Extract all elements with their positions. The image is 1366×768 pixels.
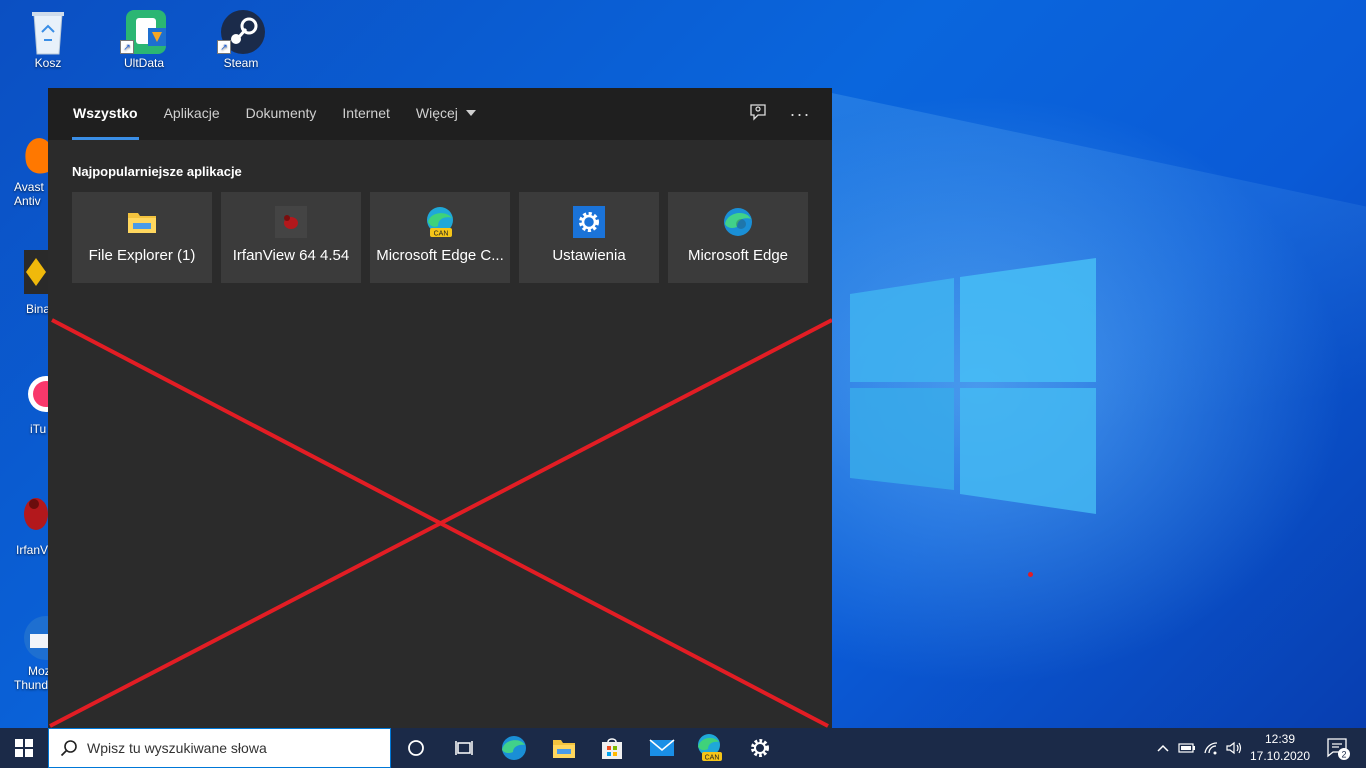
search-input[interactable]: [87, 729, 377, 767]
desktop-icon-irfanview[interactable]: [22, 492, 48, 540]
app-tile-edge-canary[interactable]: CAN Microsoft Edge C...: [370, 192, 510, 283]
desktop-icon-steam[interactable]: ↗ Steam: [201, 8, 281, 70]
mail-icon: [649, 739, 675, 756]
top-apps-list: File Explorer (1) IrfanView 64 4.54 CAN …: [72, 192, 808, 283]
app-tile-label: Ustawienia: [552, 247, 626, 264]
battery-status[interactable]: [1176, 728, 1198, 768]
notification-count-badge: 2: [1341, 750, 1346, 760]
windows-start-icon: [15, 739, 33, 757]
action-center-button[interactable]: 2: [1318, 728, 1358, 768]
steam-icon: ↗: [217, 8, 265, 54]
taskbar-settings[interactable]: [736, 728, 784, 768]
app-tile-label: File Explorer (1): [88, 247, 196, 264]
chevron-up-icon: [1157, 744, 1169, 752]
speaker-icon: [1226, 741, 1242, 755]
app-tile-irfanview[interactable]: IrfanView 64 4.54: [221, 192, 361, 283]
feedback-button[interactable]: [746, 102, 770, 126]
tab-web[interactable]: Internet: [329, 88, 402, 140]
taskbar-mail[interactable]: [638, 728, 686, 768]
thunderbird-icon: [24, 616, 68, 660]
task-view-button[interactable]: [440, 728, 488, 768]
shortcut-arrow-icon: ↗: [120, 40, 134, 54]
search-panel-header: Wszystko Aplikacje Dokumenty Internet Wi…: [48, 88, 832, 140]
windows-logo-wallpaper: [850, 258, 1096, 514]
taskbar-edge[interactable]: [490, 728, 538, 768]
taskbar: CAN 12:39 17.10.2020: [0, 728, 1366, 768]
show-hidden-icons-button[interactable]: [1152, 728, 1174, 768]
taskbar-clock[interactable]: 12:39 17.10.2020: [1248, 731, 1312, 765]
ellipsis-icon: ···: [789, 104, 811, 124]
edge-icon: [502, 736, 526, 760]
desktop-icon-label: UltData: [123, 56, 164, 70]
taskbar-edge-canary[interactable]: CAN: [686, 728, 734, 768]
edge-canary-icon: CAN: [427, 207, 453, 238]
cortana-button[interactable]: [392, 728, 440, 768]
volume-control[interactable]: [1224, 728, 1246, 768]
edge-icon: [724, 208, 752, 236]
tab-apps[interactable]: Aplikacje: [151, 88, 233, 140]
gear-icon: [751, 739, 769, 757]
itunes-icon: [28, 376, 64, 412]
folder-icon: [128, 213, 156, 233]
edge-canary-badge: CAN: [434, 231, 449, 238]
folder-icon: [553, 740, 575, 758]
binance-icon: [26, 258, 46, 286]
chevron-down-icon: [465, 110, 476, 116]
irfanview-icon: [275, 206, 307, 238]
app-tile-label: Microsoft Edge C...: [376, 247, 504, 264]
taskbar-store[interactable]: [588, 728, 636, 768]
search-icon: [60, 740, 77, 757]
tab-documents[interactable]: Dokumenty: [233, 88, 330, 140]
search-tabs: Wszystko Aplikacje Dokumenty Internet Wi…: [60, 88, 489, 140]
section-title-top-apps: Najpopularniejsze aplikacje: [72, 164, 242, 179]
tab-all[interactable]: Wszystko: [60, 88, 151, 140]
app-tile-label: Microsoft Edge: [687, 247, 789, 264]
app-tile-label: IrfanView 64 4.54: [232, 247, 350, 264]
task-view-icon: [455, 741, 473, 755]
search-panel: Wszystko Aplikacje Dokumenty Internet Wi…: [48, 88, 832, 728]
taskbar-file-explorer[interactable]: [540, 728, 588, 768]
avast-icon: [25, 138, 48, 174]
store-bag-icon: [602, 738, 622, 759]
app-tile-edge[interactable]: Microsoft Edge: [668, 192, 808, 283]
clock-time: 12:39: [1264, 732, 1296, 746]
desktop-icon-label: Kosz: [34, 56, 62, 70]
ultdata-icon: ↗: [120, 8, 166, 54]
red-dot: [1028, 572, 1033, 577]
start-button[interactable]: [0, 728, 48, 768]
edge-canary-badge: CAN: [705, 755, 720, 762]
desktop-icon-binance[interactable]: [24, 250, 48, 294]
app-tile-file-explorer[interactable]: File Explorer (1): [72, 192, 212, 283]
feedback-icon: [750, 104, 766, 121]
taskbar-search-box[interactable]: [48, 728, 391, 768]
clock-date: 17.10.2020: [1249, 749, 1311, 763]
gear-icon: [573, 206, 605, 238]
shortcut-arrow-icon: ↗: [217, 40, 231, 54]
cortana-circle-icon: [408, 740, 424, 756]
desktop-icon-avast[interactable]: [22, 132, 48, 176]
desktop-icon-label: Steam: [223, 56, 259, 70]
desktop-icon-ultdata[interactable]: ↗ UltData: [104, 8, 184, 70]
edge-canary-icon: CAN: [698, 734, 722, 762]
notification-icon: 2: [1327, 738, 1350, 760]
desktop-icon-itunes[interactable]: [24, 374, 64, 418]
wifi-icon: [1204, 742, 1218, 755]
recycle-bin-icon: [26, 8, 70, 55]
desktop-icon-thunderbird[interactable]: [22, 612, 68, 660]
network-status[interactable]: [1200, 728, 1222, 768]
battery-icon: [1178, 743, 1195, 753]
app-tile-settings[interactable]: Ustawienia: [519, 192, 659, 283]
more-options-button[interactable]: ···: [788, 102, 812, 126]
desktop-icon-recycle-bin[interactable]: Kosz: [8, 8, 88, 70]
tab-more[interactable]: Więcej: [403, 88, 489, 140]
red-x-annotation: [49, 318, 832, 728]
irfanview-icon: [24, 498, 48, 530]
